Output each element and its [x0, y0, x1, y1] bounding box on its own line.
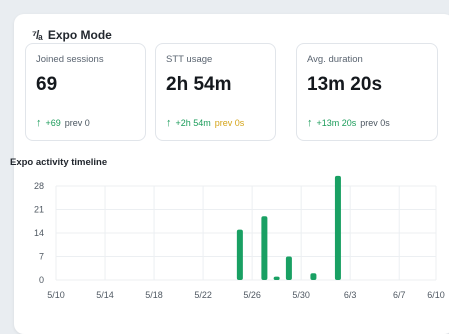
x-tick-label: 5/30 — [292, 290, 310, 300]
expo-icon: ⁷/ₐ — [32, 28, 43, 42]
delta-value: +2h 54m — [175, 118, 211, 128]
x-tick-label: 5/10 — [47, 290, 65, 300]
card-value: 69 — [36, 74, 58, 95]
x-tick-label: 5/26 — [243, 290, 261, 300]
panel-header: ⁷/ₐ Expo Mode — [32, 28, 112, 42]
x-tick-label: 6/3 — [344, 290, 357, 300]
card-value: 13m 20s — [307, 74, 383, 95]
x-tick-label: 6/7 — [393, 290, 406, 300]
bar[interactable] — [310, 273, 317, 280]
delta-prev: prev 0s — [214, 118, 245, 128]
bar[interactable] — [334, 175, 341, 280]
avg-duration-card: Avg. duration 13m 20s ↑ +13m 20s prev 0s — [296, 43, 438, 141]
delta-value: +69 — [45, 118, 61, 128]
card-delta: ↑ +13m 20s prev 0s — [307, 117, 390, 129]
card-label: STT usage — [166, 54, 213, 65]
y-tick-label: 7 — [39, 252, 44, 262]
bar[interactable] — [285, 256, 292, 281]
bar[interactable] — [273, 276, 280, 280]
arrow-up-icon: ↑ — [166, 117, 172, 129]
card-delta: ↑ +69 prev 0 — [36, 117, 90, 129]
chart-title: Expo activity timeline — [10, 157, 108, 168]
x-tick-label: 5/18 — [145, 290, 163, 300]
x-tick-label: 5/22 — [194, 290, 212, 300]
x-tick-label: 6/10 — [427, 290, 445, 300]
y-tick-label: 28 — [34, 181, 44, 191]
x-tick-label: 5/14 — [96, 290, 114, 300]
card-label: Avg. duration — [307, 54, 363, 65]
y-tick-label: 21 — [34, 205, 44, 215]
delta-prev: prev 0 — [64, 118, 90, 128]
arrow-up-icon: ↑ — [36, 117, 42, 129]
y-tick-label: 14 — [34, 228, 44, 238]
card-value: 2h 54m — [166, 74, 232, 95]
card-label: Joined sessions — [36, 54, 104, 65]
joined-sessions-card: Joined sessions 69 ↑ +69 prev 0 — [25, 43, 146, 141]
bar[interactable] — [236, 229, 243, 280]
arrow-up-icon: ↑ — [307, 117, 313, 129]
delta-prev: prev 0s — [360, 118, 390, 128]
panel-title: Expo Mode — [47, 28, 112, 42]
stt-usage-card: STT usage 2h 54m ↑ +2h 54m prev 0s — [155, 43, 276, 141]
delta-value: +13m 20s — [316, 118, 357, 128]
y-tick-label: 0 — [39, 275, 44, 285]
activity-chart: 0 7 14 21 28 5/10 5/14 5/18 5/22 5/26 5/30 6/3 6/7 6/… — [34, 175, 445, 300]
card-delta: ↑ +2h 54m prev 0s — [166, 117, 244, 129]
bar[interactable] — [261, 216, 268, 280]
